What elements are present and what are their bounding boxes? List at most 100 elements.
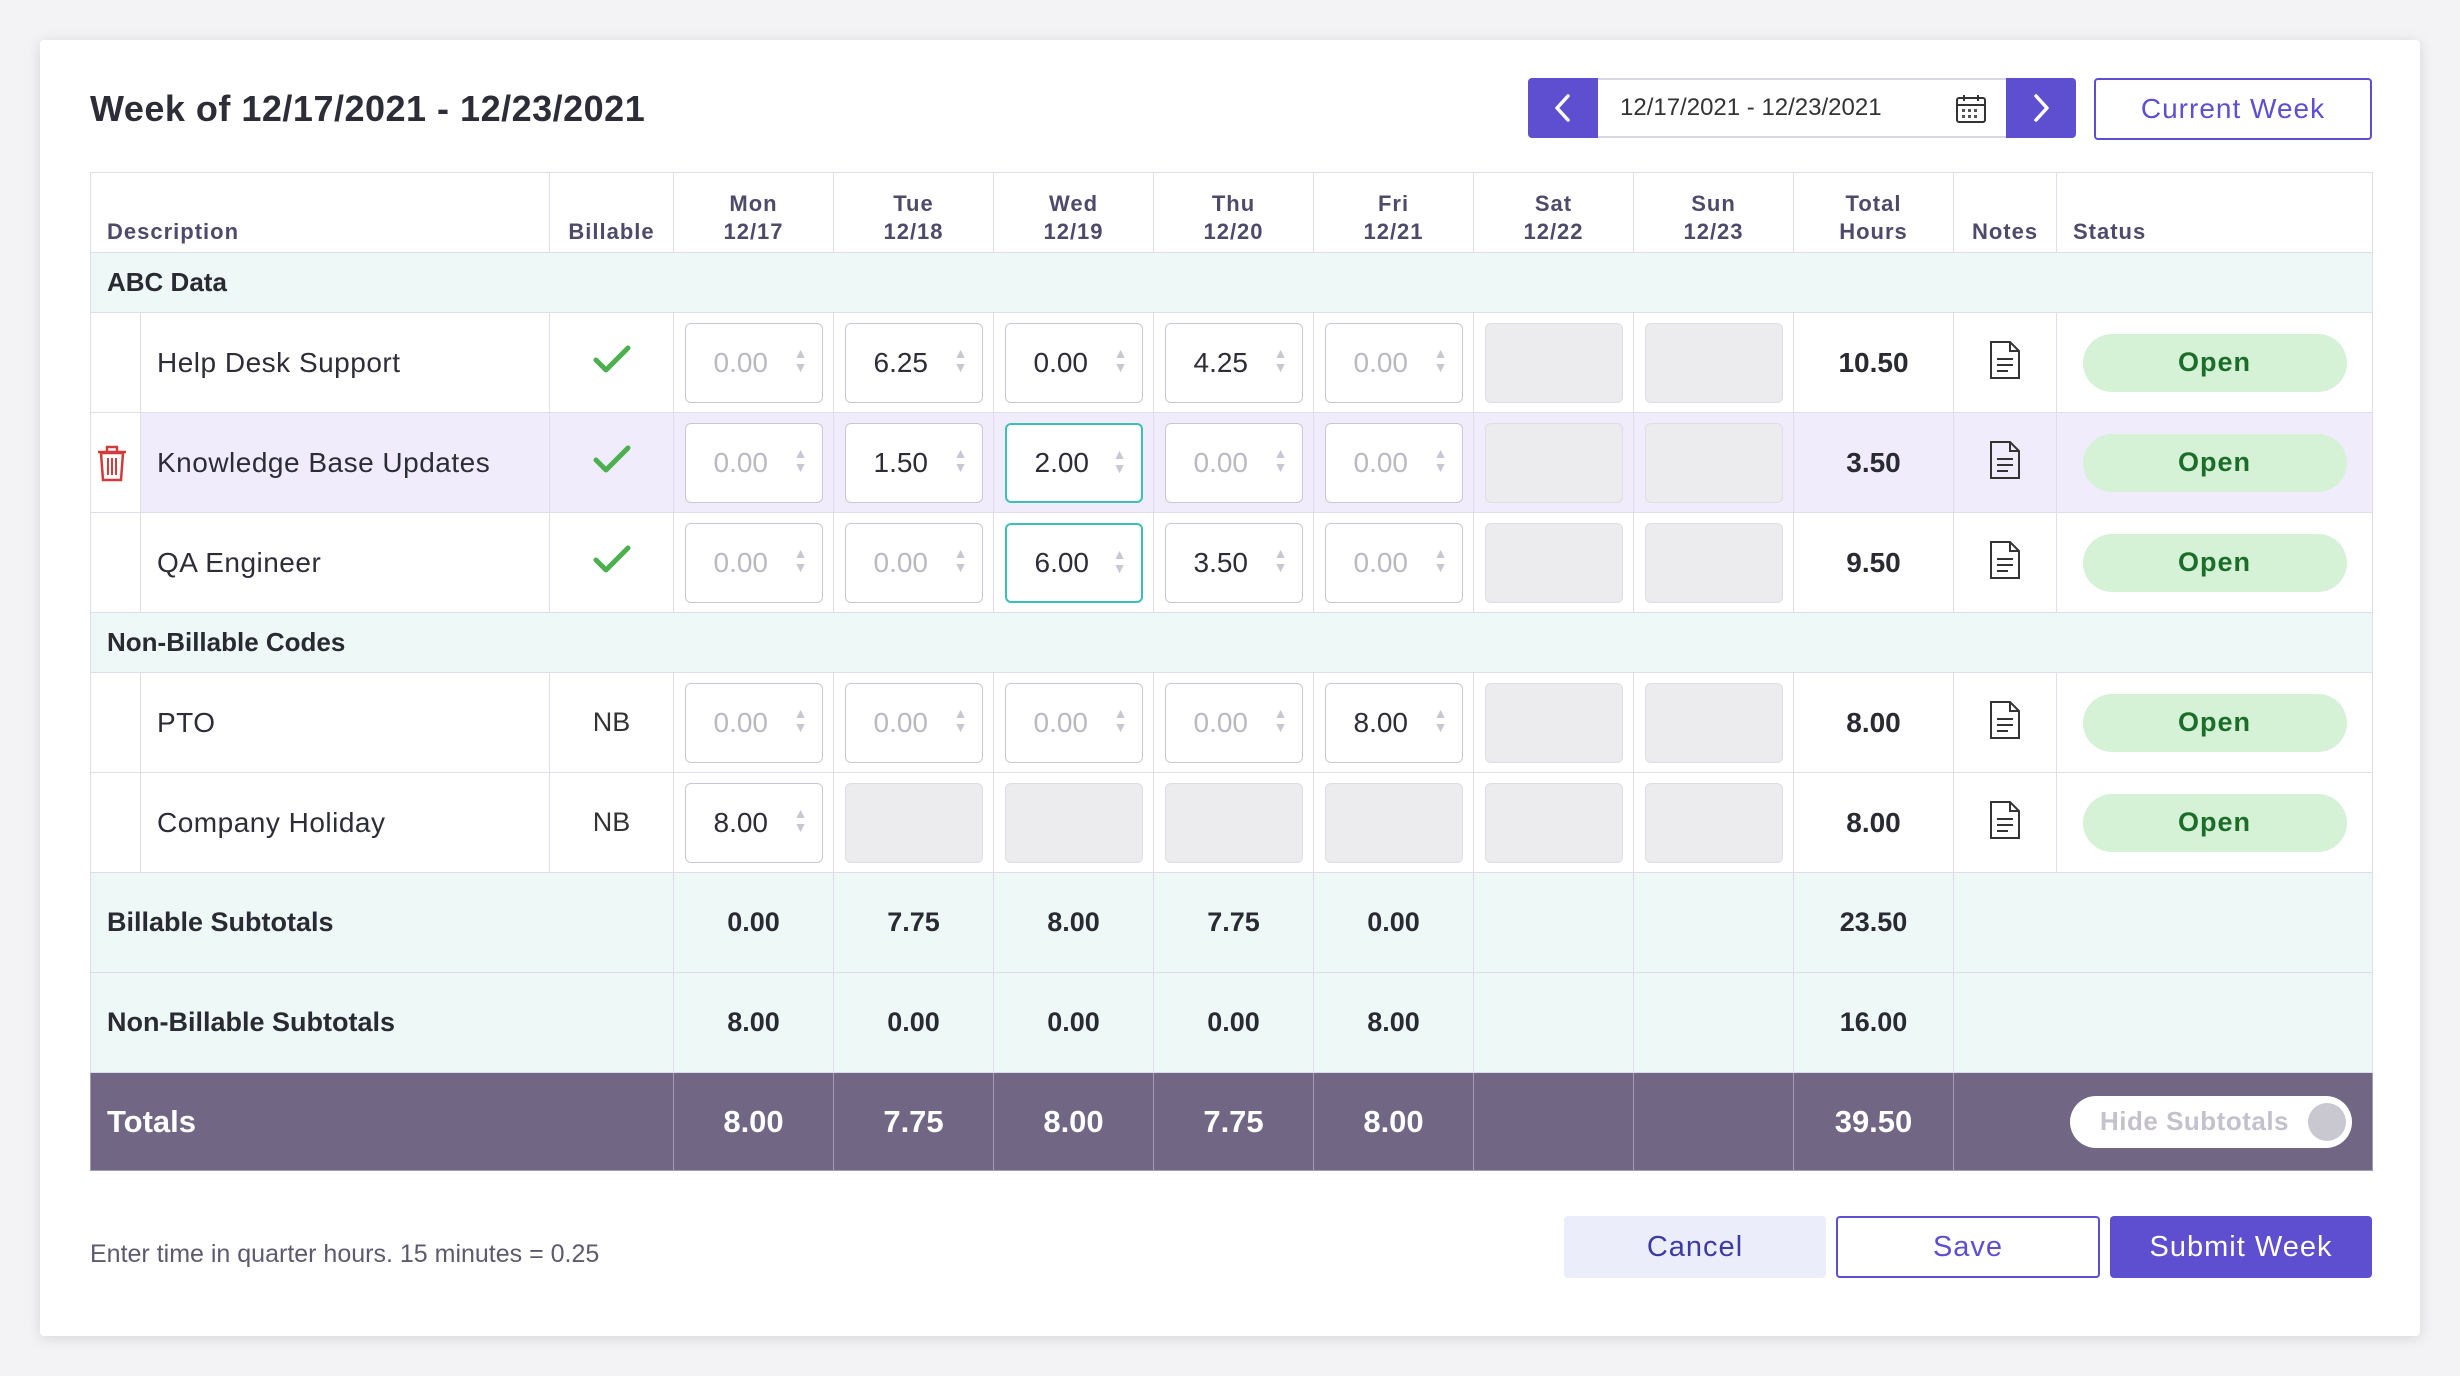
stepper-icon[interactable]: ▲ ▼ (794, 346, 808, 374)
hours-input-thu[interactable]: 0.00 ▲ ▼ (1164, 682, 1303, 763)
column-header-description: Description (90, 172, 550, 253)
chevron-right-icon (2034, 94, 2049, 122)
checkmark-icon (593, 345, 630, 373)
stepper-icon[interactable]: ▲ ▼ (1274, 546, 1288, 574)
save-button[interactable]: Save (1836, 1216, 2100, 1278)
stepper-icon[interactable]: ▲ ▼ (954, 346, 968, 374)
total-wed: 8.00 (993, 1072, 1154, 1171)
group-label: ABC Data (90, 252, 2373, 313)
hours-input-tue[interactable]: 1.50 ▲ ▼ (844, 422, 983, 503)
hours-input-sun-disabled (1644, 522, 1783, 603)
row-total-hours: 9.50 (1793, 512, 1954, 613)
calendar-icon[interactable] (1954, 92, 1988, 133)
document-icon[interactable] (1988, 799, 2022, 841)
table-row: PTO NB 0.00 ▲ ▼ 0.00 ▲ ▼ 0.00 ▲ ▼ 0.00 ▲ ▼ 8.00 ▲… (90, 672, 2373, 773)
hours-input-wed[interactable]: 0.00 ▲ ▼ (1004, 322, 1143, 403)
hours-input-thu[interactable]: 3.50 ▲ ▼ (1164, 522, 1303, 603)
stepper-icon[interactable]: ▲ ▼ (1274, 706, 1288, 734)
document-icon[interactable] (1988, 439, 2022, 481)
row-total-hours: 10.50 (1793, 312, 1954, 413)
stepper-icon[interactable]: ▲ ▼ (954, 446, 968, 474)
current-week-button[interactable]: Current Week (2094, 78, 2372, 140)
row-total-hours: 8.00 (1793, 772, 1954, 873)
billable-label: NB (549, 672, 674, 773)
hours-input-mon[interactable]: 0.00 ▲ ▼ (684, 422, 823, 503)
subtotal-sat (1473, 872, 1634, 973)
hours-input-mon[interactable]: 0.00 ▲ ▼ (684, 522, 823, 603)
hours-input-tue[interactable]: 0.00 ▲ ▼ (844, 522, 983, 603)
stepper-icon[interactable]: ▲ ▼ (1114, 706, 1128, 734)
column-header-billable: Billable (549, 172, 674, 253)
hours-input-fri[interactable]: 0.00 ▲ ▼ (1324, 522, 1463, 603)
hours-input-mon[interactable]: 0.00 ▲ ▼ (684, 682, 823, 763)
subtotal-thu: 7.75 (1153, 872, 1314, 973)
stepper-icon[interactable]: ▲ ▼ (954, 706, 968, 734)
stepper-icon[interactable]: ▲ ▼ (1434, 446, 1448, 474)
billable-cell (549, 412, 674, 513)
document-icon[interactable] (1988, 699, 2022, 741)
row-description: Help Desk Support (140, 312, 550, 413)
column-header-wed: Wed 12/19 (993, 172, 1154, 253)
submit-week-button[interactable]: Submit Week (2110, 1216, 2372, 1278)
hours-input-sun-disabled (1644, 422, 1783, 503)
row-total-hours: 8.00 (1793, 672, 1954, 773)
next-week-button[interactable] (2006, 78, 2076, 138)
status-cell: Open (2056, 412, 2373, 513)
table-row: Company Holiday NB 8.00 ▲ ▼ 8.00 Open (90, 772, 2373, 873)
date-range-field[interactable]: 12/17/2021 - 12/23/2021 (1598, 78, 2006, 138)
stepper-icon[interactable]: ▲ ▼ (1434, 546, 1448, 574)
stepper-icon[interactable]: ▲ ▼ (794, 806, 808, 834)
subtotal-sat (1473, 972, 1634, 1073)
column-header-total-hours: Total Hours (1793, 172, 1954, 253)
notes-cell (1953, 672, 2057, 773)
group-label: Non-Billable Codes (90, 612, 2373, 673)
hours-input-fri[interactable]: 0.00 ▲ ▼ (1324, 422, 1463, 503)
hours-input-wed[interactable]: 6.00 ▲ ▼ (1004, 522, 1143, 603)
column-header-thu: Thu 12/20 (1153, 172, 1314, 253)
hours-input-wed[interactable]: 0.00 ▲ ▼ (1004, 682, 1143, 763)
hours-input-fri[interactable]: 0.00 ▲ ▼ (1324, 322, 1463, 403)
stepper-icon[interactable]: ▲ ▼ (1434, 346, 1448, 374)
hide-subtotals-label: Hide Subtotals (2100, 1106, 2290, 1136)
hours-input-thu[interactable]: 4.25 ▲ ▼ (1164, 322, 1303, 403)
document-icon[interactable] (1988, 539, 2022, 581)
subtotal-sun (1633, 872, 1794, 973)
stepper-icon[interactable]: ▲ ▼ (1274, 446, 1288, 474)
checkmark-icon (593, 445, 630, 473)
table-row: Help Desk Support 0.00 ▲ ▼ 6.25 ▲ ▼ 0.00 ▲ ▼ 4… (90, 312, 2373, 413)
document-icon[interactable] (1988, 339, 2022, 381)
stepper-icon[interactable]: ▲ ▼ (1274, 346, 1288, 374)
stepper-icon[interactable]: ▲ ▼ (1434, 706, 1448, 734)
total-fri: 8.00 (1313, 1072, 1474, 1171)
stepper-icon[interactable]: ▲ ▼ (794, 546, 808, 574)
previous-week-button[interactable] (1528, 78, 1598, 138)
stepper-icon[interactable]: ▲ ▼ (1113, 547, 1127, 575)
stepper-icon[interactable]: ▲ ▼ (794, 446, 808, 474)
nonbillable-subtotals-row: Non-Billable Subtotals 8.00 0.00 0.00 0.… (90, 972, 2373, 1073)
column-header-tue: Tue 12/18 (833, 172, 994, 253)
stepper-icon[interactable]: ▲ ▼ (794, 706, 808, 734)
hours-input-tue[interactable]: 6.25 ▲ ▼ (844, 322, 983, 403)
cancel-button[interactable]: Cancel (1564, 1216, 1826, 1278)
hours-input-mon[interactable]: 0.00 ▲ ▼ (684, 322, 823, 403)
hours-input-tue[interactable]: 0.00 ▲ ▼ (844, 682, 983, 763)
stepper-icon[interactable]: ▲ ▼ (1113, 447, 1127, 475)
trash-icon[interactable] (95, 443, 129, 488)
table-header-row: Description Billable Mon 12/17 Tue 12/18 W… (90, 172, 2373, 253)
subtotal-tue: 0.00 (833, 972, 994, 1073)
hours-input-wed[interactable]: 2.00 ▲ ▼ (1004, 422, 1143, 503)
hours-input-mon[interactable]: 8.00 ▲ ▼ (684, 782, 823, 863)
hours-input-fri[interactable]: 8.00 ▲ ▼ (1324, 682, 1463, 763)
checkmark-icon (593, 545, 630, 573)
total-tue: 7.75 (833, 1072, 994, 1171)
subtotal-mon: 8.00 (673, 972, 834, 1073)
hours-input-thu[interactable]: 0.00 ▲ ▼ (1164, 422, 1303, 503)
timesheet-card: Week of 12/17/2021 - 12/23/2021 12/17/20… (40, 40, 2420, 1336)
hide-subtotals-toggle[interactable]: Hide Subtotals (2070, 1095, 2352, 1148)
stepper-icon[interactable]: ▲ ▼ (954, 546, 968, 574)
row-description: Company Holiday (140, 772, 550, 873)
hours-input-sun-disabled (1644, 682, 1783, 763)
toggle-knob[interactable] (2308, 1102, 2346, 1141)
table-row: Knowledge Base Updates 0.00 ▲ ▼ 1.50 ▲ ▼ 2.0… (90, 412, 2373, 513)
stepper-icon[interactable]: ▲ ▼ (1114, 346, 1128, 374)
